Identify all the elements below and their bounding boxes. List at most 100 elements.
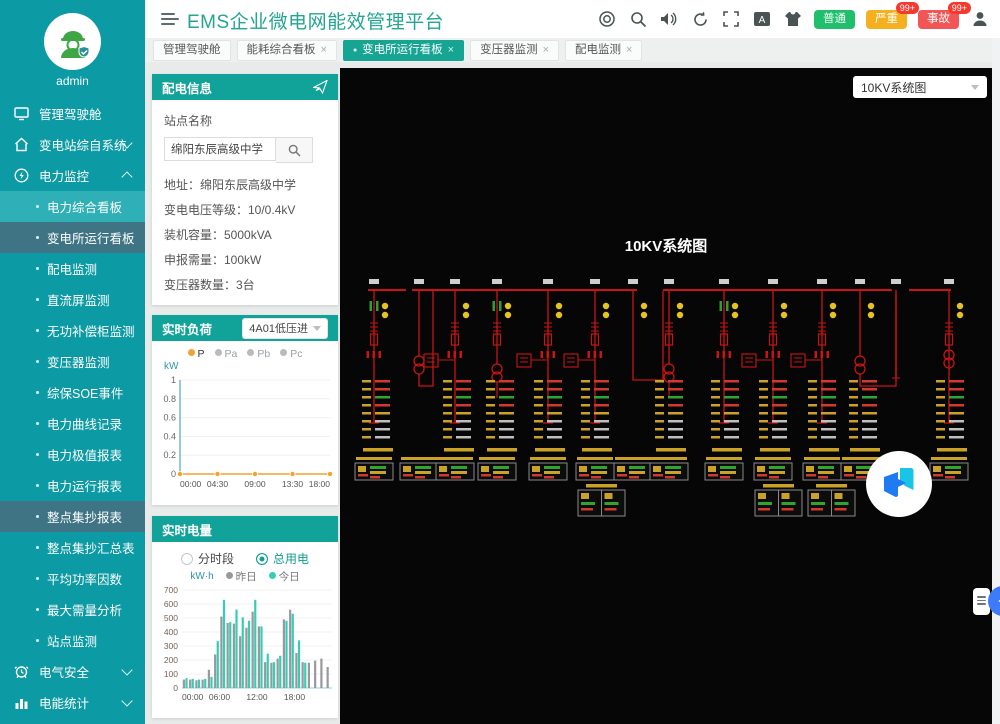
tab-3[interactable]: 变压器监测 ×	[470, 40, 559, 61]
sidebar-item-8[interactable]: 变压器监测	[0, 346, 145, 377]
sidebar-item-label: 直流屏监测	[47, 290, 110, 309]
svg-text:0: 0	[173, 683, 178, 693]
sidebar-item-3[interactable]: 电力综合看板	[0, 191, 145, 222]
sidebar-menu: 管理驾驶舱变电站综自系统电力监控电力综合看板变电所运行看板配电监测直流屏监测无功…	[0, 98, 145, 718]
tab-0[interactable]: 管理驾驶舱	[153, 40, 231, 61]
bullet-icon	[36, 205, 39, 208]
diagram-title: 10KV系统图	[340, 235, 992, 256]
chart-icon	[13, 695, 29, 711]
target-icon[interactable]	[597, 9, 617, 29]
sidebar-item-label: 电力极值报表	[47, 445, 122, 464]
bullet-icon	[36, 515, 39, 518]
tab-label: 变压器监测	[480, 41, 538, 60]
legend-今日[interactable]: 今日	[269, 569, 300, 584]
sidebar-item-17[interactable]: 站点监测	[0, 625, 145, 656]
sidebar-item-9[interactable]: 综保SOE事件	[0, 377, 145, 408]
user-icon[interactable]	[970, 9, 990, 29]
detail-row-1: 变电电压等级：10/0.4kV	[164, 198, 326, 223]
sidebar-item-label: 电气安全	[39, 662, 89, 681]
theme-icon[interactable]	[783, 9, 803, 29]
sidebar-item-10[interactable]: 电力曲线记录	[0, 408, 145, 439]
sidebar-item-6[interactable]: 直流屏监测	[0, 284, 145, 315]
close-icon[interactable]: ×	[626, 41, 632, 60]
bullet-icon	[36, 267, 39, 270]
close-icon[interactable]: ×	[321, 41, 327, 60]
sidebar-item-label: 电能统计	[39, 693, 89, 712]
paper-plane-icon[interactable]	[313, 80, 328, 94]
tab-2[interactable]: ●变电所运行看板×	[343, 40, 464, 61]
fullscreen-icon[interactable]	[721, 9, 741, 29]
sidebar-item-4[interactable]: 变电所运行看板	[0, 222, 145, 253]
sidebar: admin 管理驾驶舱变电站综自系统电力监控电力综合看板变电所运行看板配电监测直…	[0, 0, 145, 724]
sidebar-item-label: 整点集抄报表	[47, 507, 122, 526]
sidebar-item-label: 综保SOE事件	[47, 383, 123, 402]
svg-text:300: 300	[164, 641, 178, 651]
status-badge-severe[interactable]: 严重99+	[866, 10, 907, 29]
status-badge-fault[interactable]: 事故99+	[918, 10, 959, 29]
scada-canvas: 10KV系统图 10KV系统图	[340, 68, 992, 724]
load-unit-label: kW	[164, 361, 338, 372]
sidebar-item-label: 电力运行报表	[47, 476, 122, 495]
svg-text:700: 700	[164, 585, 178, 595]
station-name-input[interactable]: 绵阳东辰高级中学	[164, 137, 276, 161]
close-icon[interactable]: ×	[543, 41, 549, 60]
energy-unit-label: kW·h	[190, 571, 213, 582]
svg-text:0.2: 0.2	[163, 450, 176, 460]
legend-Pb[interactable]: Pb	[247, 348, 270, 360]
panel-title: 配电信息	[162, 78, 212, 97]
svg-text:13:30: 13:30	[282, 479, 304, 489]
energy-legend: kW·h 昨日今日	[152, 569, 338, 584]
tab-bar: 管理驾驶舱能耗综合看板×●变电所运行看板×变压器监测×配电监测×	[145, 38, 1000, 62]
legend-P[interactable]: P	[188, 348, 205, 360]
sidebar-item-13[interactable]: 整点集抄报表	[0, 501, 145, 532]
tab-1[interactable]: 能耗综合看板×	[237, 40, 337, 61]
username: admin	[0, 74, 145, 88]
radio-0[interactable]: 分时段	[181, 550, 234, 567]
svg-text:18:00: 18:00	[284, 692, 306, 702]
sidebar-item-0[interactable]: 管理驾驶舱	[0, 98, 145, 129]
svg-text:A: A	[759, 15, 766, 26]
sidebar-item-label: 最大需量分析	[47, 600, 122, 619]
refresh-icon[interactable]	[690, 9, 710, 29]
volume-icon[interactable]	[659, 9, 679, 29]
sidebar-item-18[interactable]: 电气安全	[0, 656, 145, 687]
translate-icon[interactable]: A	[752, 9, 772, 29]
bullet-icon	[36, 298, 39, 301]
single-line-diagram	[340, 68, 992, 724]
legend-Pa[interactable]: Pa	[215, 348, 238, 360]
radio-1[interactable]: 总用电	[256, 550, 309, 567]
status-badge-normal[interactable]: 普通	[814, 10, 855, 29]
detail-row-4: 变压器数量：3台	[164, 273, 326, 298]
bullet-icon	[36, 422, 39, 425]
station-search-button[interactable]	[276, 137, 313, 163]
tab-4[interactable]: 配电监测×	[565, 40, 642, 61]
svg-text:1: 1	[171, 375, 176, 385]
feeder-select[interactable]: 4A01低压进	[242, 318, 328, 339]
radio-icon	[181, 553, 193, 565]
sidebar-item-2[interactable]: 电力监控	[0, 160, 145, 191]
close-icon[interactable]: ×	[448, 41, 454, 60]
sidebar-item-15[interactable]: 平均功率因数	[0, 563, 145, 594]
sidebar-item-19[interactable]: 电能统计	[0, 687, 145, 718]
sidebar-item-label: 无功补偿柜监测	[47, 321, 135, 340]
sidebar-item-5[interactable]: 配电监测	[0, 253, 145, 284]
search-icon[interactable]	[628, 9, 648, 29]
legend-昨日[interactable]: 昨日	[226, 569, 257, 584]
sidebar-item-label: 管理驾驶舱	[39, 104, 102, 123]
sidebar-item-1[interactable]: 变电站综自系统	[0, 129, 145, 160]
sidebar-item-11[interactable]: 电力极值报表	[0, 439, 145, 470]
station-details: 地址：绵阳东辰高级中学变电电压等级：10/0.4kV装机容量：5000kVA申报…	[164, 173, 326, 298]
sidebar-item-14[interactable]: 整点集抄汇总表	[0, 532, 145, 563]
menu-toggle-icon[interactable]	[161, 10, 179, 26]
sidebar-item-12[interactable]: 电力运行报表	[0, 470, 145, 501]
avatar[interactable]	[44, 13, 101, 70]
diagram-select[interactable]: 10KV系统图	[853, 76, 987, 98]
svg-text:00:00: 00:00	[180, 479, 202, 489]
bullet-icon	[36, 608, 39, 611]
home-icon	[13, 137, 29, 153]
scrollbar-track[interactable]	[992, 38, 1000, 724]
sidebar-item-16[interactable]: 最大需量分析	[0, 594, 145, 625]
legend-Pc[interactable]: Pc	[280, 348, 302, 360]
sidebar-item-label: 电力曲线记录	[47, 414, 122, 433]
sidebar-item-7[interactable]: 无功补偿柜监测	[0, 315, 145, 346]
